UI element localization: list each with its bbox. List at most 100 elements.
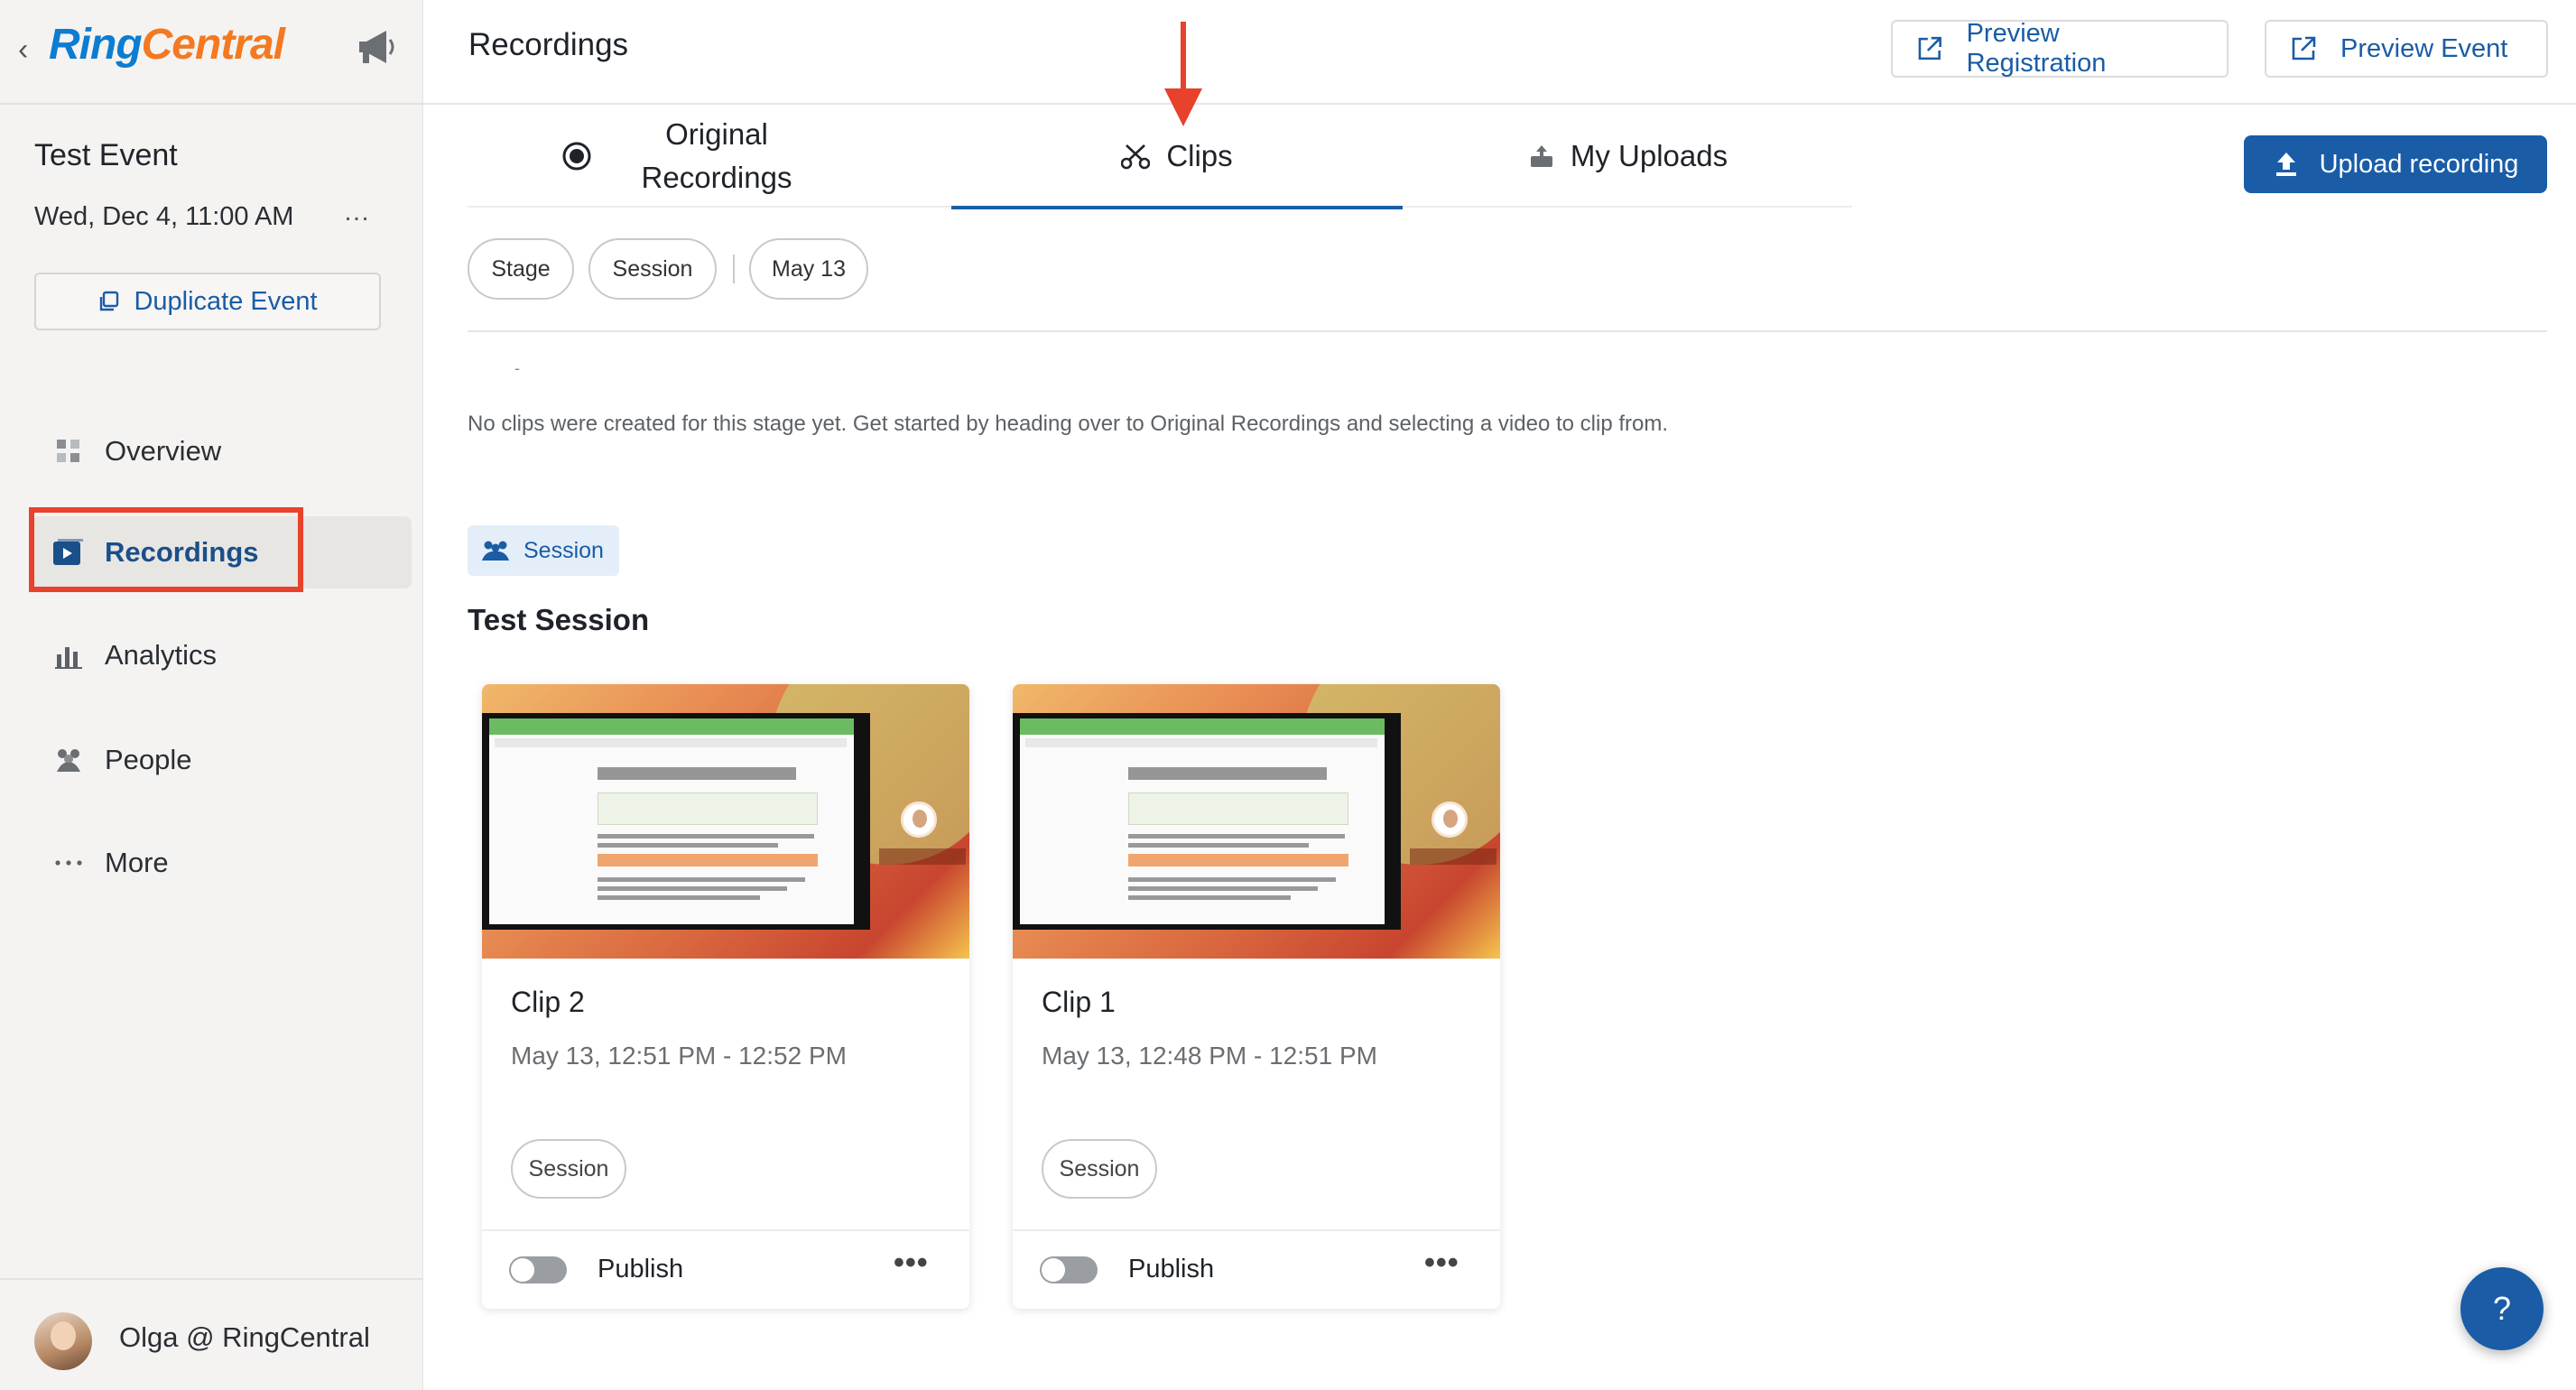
speaker-nameplate [879,848,966,865]
shared-screen [482,713,870,930]
doc-line [598,895,760,900]
brand-row: ‹ RingCentral [0,0,423,105]
browser-address-bar [495,738,847,747]
sidebar-item-overview[interactable]: Overview [0,415,423,487]
help-button[interactable]: ? [2460,1267,2544,1350]
sidebar-item-label: People [105,744,192,775]
clip-thumbnail[interactable] [482,684,969,959]
filter-date-chip[interactable]: May 13 [749,238,868,300]
tab-label: My Uploads [1570,139,1728,172]
browser-tabbar [489,718,854,735]
clip-time: May 13, 12:51 PM - 12:52 PM [511,1042,847,1070]
external-link-icon [1918,36,1941,60]
tab-original-recordings[interactable]: Original Recordings [468,105,919,208]
session-badge-label: Session [524,537,604,563]
clip-time: May 13, 12:48 PM - 12:51 PM [1042,1042,1377,1070]
people-icon [482,541,509,561]
scissors-icon [1121,144,1151,170]
doc-line [598,843,778,848]
clip-thumbnail[interactable] [1013,684,1500,959]
ringcentral-logo[interactable]: RingCentral [49,20,285,70]
upload-recording-button[interactable]: Upload recording [2244,135,2547,193]
more-options-icon[interactable]: ••• [1424,1246,1459,1281]
section-divider [468,330,2547,332]
copy-icon [100,291,119,311]
filter-stage-chip[interactable]: Stage [468,238,574,300]
doc-box [598,792,818,825]
recordings-tabs: Original Recordings Clips My Uploads [468,105,1854,209]
doc-line [1128,886,1318,891]
preview-registration-button[interactable]: Preview Registration [1891,19,2229,78]
tab-label: Original Recordings [641,117,792,194]
clip-footer: Publish ••• [1013,1229,1500,1309]
clip-card[interactable]: Clip 2 May 13, 12:51 PM - 12:52 PM Sessi… [482,684,969,1309]
upload-recording-label: Upload recording [2319,149,2519,179]
sidebar: ‹ RingCentral Test Event Wed, Dec 4, 11:… [0,0,423,1390]
more-options-icon[interactable]: ••• [894,1246,929,1281]
doc-line [1128,895,1291,900]
browser-address-bar [1025,738,1377,747]
sidebar-item-label: Overview [105,435,222,467]
publish-label: Publish [1128,1255,1215,1283]
doc-line [598,834,814,839]
megaphone-icon[interactable] [354,27,399,67]
sidebar-item-more[interactable]: More [0,827,423,899]
browser-tabbar [1020,718,1385,735]
clip-title: Clip 2 [511,986,585,1018]
doc-line [598,877,805,882]
publish-toggle[interactable] [1040,1256,1098,1283]
recordings-highlight-box [29,507,303,592]
duplicate-event-label: Duplicate Event [134,286,318,316]
doc-line [1128,843,1309,848]
event-date: Wed, Dec 4, 11:00 AM [34,202,294,231]
filter-divider [733,255,735,283]
doc-heading [1128,767,1327,780]
doc-highlight [598,854,818,866]
page-title: Recordings [468,27,629,62]
doc-line [1128,877,1336,882]
record-icon [562,142,591,171]
tab-my-uploads[interactable]: My Uploads [1403,105,1854,208]
user-name: Olga @ RingCentral [119,1321,370,1353]
duplicate-event-button[interactable]: Duplicate Event [34,273,381,330]
stage-placeholder: - [514,359,520,377]
speaker-avatar [1432,802,1468,838]
clip-card[interactable]: Clip 1 May 13, 12:48 PM - 12:51 PM Sessi… [1013,684,1500,1309]
doc-box [1128,792,1348,825]
event-title: Test Event [34,138,178,172]
speaker-nameplate [1410,848,1496,865]
external-link-icon [2292,36,2316,60]
avatar [34,1312,92,1370]
grid-icon [52,435,85,468]
sidebar-item-people[interactable]: People [0,724,423,796]
clip-footer: Publish ••• [482,1229,969,1309]
upload-icon [2275,153,2296,176]
browser-window [489,718,854,924]
filter-session-chip[interactable]: Session [588,238,717,300]
dots-icon [52,847,85,879]
doc-heading [598,767,796,780]
doc-line [598,886,787,891]
doc-line [1128,834,1345,839]
tab-label: Clips [1166,139,1233,172]
preview-registration-label: Preview Registration [1966,19,2107,78]
top-bar: Recordings Preview Registration Preview … [423,0,2576,105]
upload-tray-icon [1530,145,1552,167]
doc-highlight [1128,854,1348,866]
sidebar-item-analytics[interactable]: Analytics [0,619,423,691]
publish-toggle[interactable] [509,1256,567,1283]
clip-session-chip: Session [511,1139,626,1199]
bar-chart-icon [52,639,85,672]
publish-label: Publish [598,1255,684,1283]
preview-event-button[interactable]: Preview Event [2265,20,2548,78]
speaker-avatar [901,802,937,838]
empty-clips-message: No clips were created for this stage yet… [468,412,1669,436]
clip-session-chip: Session [1042,1139,1157,1199]
clip-title: Clip 1 [1042,986,1116,1018]
session-title: Test Session [468,603,650,636]
event-more-icon[interactable]: … [343,197,372,227]
user-profile[interactable]: Olga @ RingCentral [0,1278,423,1390]
back-chevron-icon[interactable]: ‹ [18,32,28,68]
preview-event-label: Preview Event [2340,33,2508,63]
people-icon [52,744,85,776]
